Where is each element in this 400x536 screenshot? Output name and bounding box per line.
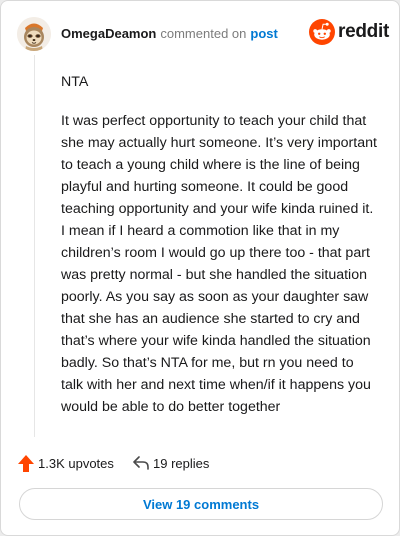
upvote-count: 1.3K upvotes bbox=[38, 456, 114, 471]
reply-arrow-icon bbox=[133, 456, 149, 470]
comment-actions: 1.3K upvotes 19 replies bbox=[17, 453, 377, 475]
view-comments-button[interactable]: View 19 comments bbox=[19, 488, 383, 520]
username-link[interactable]: OmegaDeamon bbox=[61, 26, 156, 41]
thread-line[interactable] bbox=[34, 55, 35, 437]
comment-paragraph: NTA bbox=[61, 74, 89, 90]
reddit-wordmark: reddit bbox=[338, 21, 389, 42]
reddit-brand[interactable]: reddit bbox=[309, 19, 389, 47]
comment-header: OmegaDeamon commented on post reddit bbox=[17, 15, 389, 51]
user-avatar[interactable] bbox=[17, 17, 51, 51]
comment-body: NTA It was perfect opportunity to teach … bbox=[61, 71, 379, 435]
reddit-snoo-icon bbox=[309, 19, 335, 45]
post-link[interactable]: post bbox=[250, 26, 277, 41]
action-text: commented on bbox=[160, 26, 247, 41]
comment-card: OmegaDeamon commented on post reddit NTA I… bbox=[0, 0, 400, 536]
upvote-arrow-icon bbox=[18, 455, 34, 472]
sloth-avatar-icon bbox=[17, 17, 51, 51]
comment-meta: OmegaDeamon commented on post bbox=[61, 26, 278, 42]
comment-paragraph: It was perfect opportunity to teach your… bbox=[61, 113, 377, 415]
replies-count: 19 replies bbox=[153, 456, 210, 471]
